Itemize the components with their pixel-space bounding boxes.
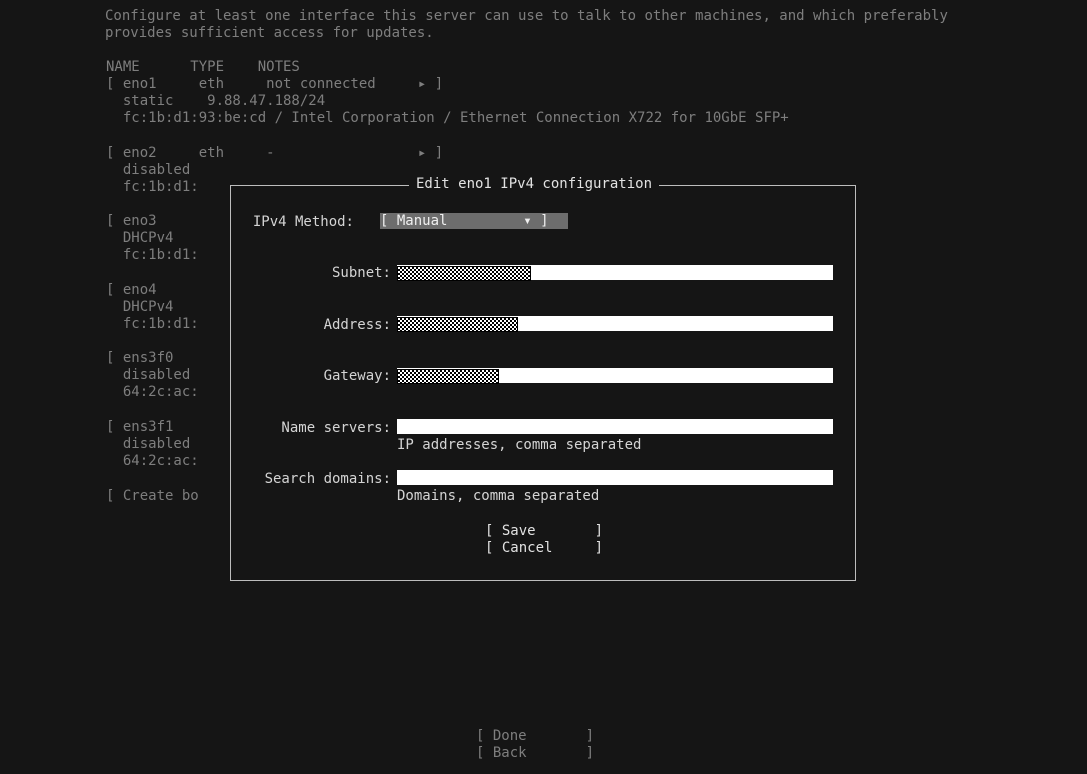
- interface-eno2-hw: fc:1b:d1:: [106, 179, 199, 195]
- interface-eno3-config: DHCPv4: [106, 230, 174, 246]
- searchdomains-hint: Domains, comma separated: [397, 488, 600, 504]
- address-redacted-value: [397, 317, 518, 332]
- ipv4-method-dropdown[interactable]: [ Manual ▾ ]: [380, 213, 568, 229]
- back-button[interactable]: [ Back ]: [476, 745, 594, 762]
- intro-line-1: Configure at least one interface this se…: [105, 8, 948, 24]
- save-button[interactable]: [ Save ]: [485, 523, 603, 540]
- gateway-label: Gateway:: [323, 368, 391, 384]
- interface-eno1-hw: fc:1b:d1:93:be:cd / Intel Corporation / …: [106, 110, 789, 126]
- interface-row-ens3f0[interactable]: [ ens3f0: [106, 350, 173, 367]
- cancel-button[interactable]: [ Cancel ]: [485, 540, 603, 557]
- interface-row-eno1[interactable]: [ eno1 eth not connected ▸ ]: [106, 76, 443, 93]
- interface-eno1-config: static 9.88.47.188/24: [106, 93, 326, 109]
- gateway-redacted-value: [397, 369, 499, 384]
- done-button[interactable]: [ Done ]: [476, 728, 594, 745]
- subnet-redacted-value: [397, 266, 531, 281]
- interface-row-eno3[interactable]: [ eno3: [106, 213, 157, 230]
- interface-ens3f1-config: disabled: [106, 436, 191, 452]
- interface-row-ens3f1[interactable]: [ ens3f1: [106, 419, 173, 436]
- interface-eno4-config: DHCPv4: [106, 299, 174, 315]
- subnet-input[interactable]: [397, 265, 833, 281]
- create-bond-button[interactable]: [ Create bo: [106, 488, 199, 505]
- gateway-input[interactable]: [397, 368, 833, 384]
- interface-eno3-hw: fc:1b:d1:: [106, 247, 199, 263]
- ipv4-method-label: IPv4 Method:: [252, 214, 354, 230]
- address-input[interactable]: [397, 316, 833, 332]
- nameservers-input[interactable]: [397, 419, 833, 434]
- address-label: Address:: [323, 317, 391, 333]
- interface-ens3f0-config: disabled: [106, 367, 191, 383]
- interface-eno2-config: disabled: [106, 162, 191, 178]
- interface-row-eno4[interactable]: [ eno4: [106, 282, 157, 299]
- edit-ipv4-dialog: Edit eno1 IPv4 configuration IPv4 Method…: [230, 176, 856, 581]
- dialog-title: Edit eno1 IPv4 configuration: [409, 176, 660, 193]
- intro-line-2: provides sufficient access for updates.: [105, 25, 434, 41]
- interface-row-eno2[interactable]: [ eno2 eth - ▸ ]: [106, 145, 443, 162]
- nameservers-hint: IP addresses, comma separated: [397, 437, 642, 453]
- searchdomains-label: Search domains:: [264, 471, 391, 487]
- interface-eno4-hw: fc:1b:d1:: [106, 316, 199, 332]
- subnet-label: Subnet:: [331, 265, 391, 281]
- searchdomains-input[interactable]: [397, 470, 833, 485]
- interface-ens3f1-hw: 64:2c:ac:: [106, 453, 199, 469]
- nameservers-label: Name servers:: [281, 420, 391, 436]
- interface-ens3f0-hw: 64:2c:ac:: [106, 384, 199, 400]
- table-header: NAME TYPE NOTES: [106, 59, 300, 75]
